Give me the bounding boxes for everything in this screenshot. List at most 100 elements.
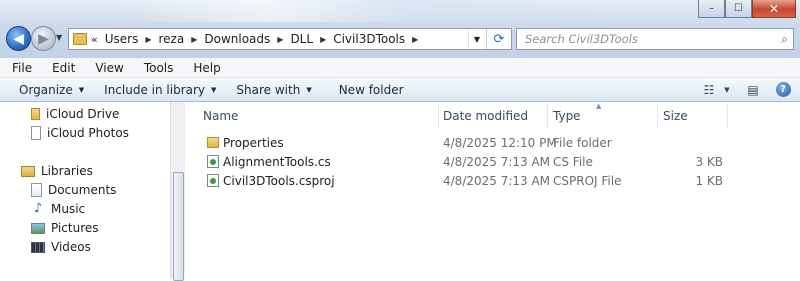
column-header-label: Size xyxy=(663,109,688,123)
close-button[interactable]: ✕ xyxy=(752,0,796,18)
help-button[interactable]: ? xyxy=(772,81,794,99)
chevron-down-icon: ▼ xyxy=(724,85,730,94)
menu-edit[interactable]: Edit xyxy=(40,61,83,75)
chevron-right-icon[interactable]: ▶ xyxy=(277,35,283,44)
csproj-file-icon xyxy=(207,174,219,187)
new-folder-button[interactable]: New folder xyxy=(321,83,413,97)
refresh-button[interactable]: ⟳ xyxy=(486,29,511,49)
preview-pane-button[interactable]: ▤ xyxy=(742,81,764,99)
menu-help[interactable]: Help xyxy=(181,61,228,75)
forward-button[interactable]: ▶ xyxy=(31,26,56,51)
breadcrumb-dll[interactable]: DLL xyxy=(290,32,313,46)
search-input[interactable]: Search Civil3DTools ⌕ xyxy=(516,28,794,50)
chevron-right-icon[interactable]: ▶ xyxy=(320,35,326,44)
column-divider[interactable] xyxy=(438,104,439,128)
organize-label: Organize xyxy=(19,82,73,97)
file-type: CS File xyxy=(553,154,593,169)
libraries-icon xyxy=(21,165,35,177)
pictures-icon xyxy=(31,222,45,234)
folder-icon xyxy=(207,137,219,148)
sidebar-item-documents[interactable]: Documents xyxy=(31,183,116,197)
menu-tools[interactable]: Tools xyxy=(132,61,182,75)
music-icon: ♪ xyxy=(33,201,43,216)
file-size: 1 KB xyxy=(695,173,723,188)
include-in-library-button[interactable]: Include in library ▼ xyxy=(93,83,225,97)
column-divider[interactable] xyxy=(657,104,658,128)
scrollbar-thumb[interactable] xyxy=(173,172,184,281)
sidebar-item-label: Libraries xyxy=(41,164,93,178)
file-size: 3 KB xyxy=(695,154,723,169)
navigation-scrollbar[interactable] xyxy=(170,102,185,281)
table-row[interactable]: Properties 4/8/2025 12:10 PM File folder xyxy=(199,133,789,152)
view-tools: ☷ ▼ ▤ ? xyxy=(698,79,794,100)
column-divider[interactable] xyxy=(547,104,548,128)
menu-bar: File Edit View Tools Help xyxy=(0,58,800,78)
breadcrumb: « Users ▶ reza ▶ Downloads ▶ DLL ▶ Civil3DTo… xyxy=(91,32,425,46)
breadcrumb-reza[interactable]: reza xyxy=(159,32,185,46)
breadcrumb-users[interactable]: Users xyxy=(105,32,139,46)
sidebar-item-icloud-drive[interactable]: iCloud Drive xyxy=(31,107,119,121)
new-folder-label: New folder xyxy=(338,82,404,97)
minimize-button[interactable]: – xyxy=(698,0,725,18)
forward-arrow-icon: ▶ xyxy=(38,30,49,47)
file-date: 4/8/2025 12:10 PM xyxy=(443,135,557,150)
documents-icon xyxy=(31,183,42,197)
search-icon[interactable]: ⌕ xyxy=(781,32,788,47)
table-row[interactable]: Civil3DTools.csproj 4/8/2025 7:13 AM CSP… xyxy=(199,171,789,190)
column-header-date[interactable]: Date modified xyxy=(443,104,547,128)
column-header-label: Name xyxy=(203,109,239,123)
refresh-icon: ⟳ xyxy=(493,31,505,47)
column-header-name[interactable]: Name xyxy=(203,104,439,128)
column-header-label: Type xyxy=(553,109,581,123)
sidebar-item-label: Documents xyxy=(48,183,117,197)
column-header-type[interactable]: Type xyxy=(553,104,657,128)
command-bar: Organize ▼ Include in library ▼ Share with… xyxy=(0,78,800,102)
sidebar-item-videos[interactable]: Videos xyxy=(31,240,91,254)
sidebar-item-libraries[interactable]: Libraries xyxy=(21,164,93,178)
file-name: AlignmentTools.cs xyxy=(223,154,331,169)
sidebar-item-music[interactable]: ♪ Music xyxy=(31,201,86,217)
videos-icon xyxy=(31,241,45,253)
chevron-right-icon[interactable]: ▶ xyxy=(191,35,197,44)
maximize-button[interactable]: ☐ xyxy=(725,0,752,18)
sidebar-item-label: Pictures xyxy=(51,221,99,235)
sidebar-item-pictures[interactable]: Pictures xyxy=(31,221,99,235)
chevron-down-icon: ▼ xyxy=(306,85,312,94)
chevron-down-icon: ▼ xyxy=(211,85,217,94)
share-with-button[interactable]: Share with ▼ xyxy=(225,83,320,97)
view-options-dropdown[interactable]: ▼ xyxy=(720,81,734,99)
recent-pages-dropdown[interactable]: ▼ xyxy=(56,33,62,42)
breadcrumb-overflow[interactable]: « xyxy=(91,33,98,46)
change-view-button[interactable]: ☷ xyxy=(698,81,720,99)
file-type: File folder xyxy=(553,135,612,150)
chevron-right-icon[interactable]: ▶ xyxy=(145,35,151,44)
navigation-pane: iCloud Drive iCloud Photos Libraries Doc… xyxy=(0,102,170,279)
folder-icon xyxy=(73,33,87,45)
address-dropdown[interactable]: ▼ xyxy=(468,29,485,49)
file-list: ▲ Name Date modified Type Size Propertie… xyxy=(185,102,800,279)
chevron-right-icon[interactable]: ▶ xyxy=(412,35,418,44)
sidebar-item-icloud-photos[interactable]: iCloud Photos xyxy=(31,126,129,140)
cs-file-icon xyxy=(207,155,219,168)
window-controls: – ☐ ✕ xyxy=(698,0,796,18)
column-header-size[interactable]: Size xyxy=(663,104,723,128)
menu-view[interactable]: View xyxy=(83,61,131,75)
file-name: Civil3DTools.csproj xyxy=(223,173,335,188)
breadcrumb-downloads[interactable]: Downloads xyxy=(204,32,270,46)
sidebar-item-label: Videos xyxy=(51,240,91,254)
back-arrow-icon: ◀ xyxy=(13,30,24,47)
sidebar-item-label: Music xyxy=(51,202,86,216)
file-date: 4/8/2025 7:13 AM xyxy=(443,173,551,188)
chevron-down-icon: ▼ xyxy=(78,85,85,94)
file-date: 4/8/2025 7:13 AM xyxy=(443,154,551,169)
share-with-label: Share with xyxy=(236,82,301,97)
breadcrumb-civil3dtools[interactable]: Civil3DTools xyxy=(333,32,405,46)
menu-file[interactable]: File xyxy=(0,61,40,75)
address-bar[interactable]: « Users ▶ reza ▶ Downloads ▶ DLL ▶ Civil3DTo… xyxy=(68,28,512,50)
table-row[interactable]: AlignmentTools.cs 4/8/2025 7:13 AM CS Fi… xyxy=(199,152,789,171)
column-divider[interactable] xyxy=(727,104,728,128)
organize-button[interactable]: Organize ▼ xyxy=(0,83,93,97)
search-placeholder: Search Civil3DTools xyxy=(525,32,638,46)
back-button[interactable]: ◀ xyxy=(6,26,31,51)
sidebar-item-label: iCloud Photos xyxy=(47,126,129,140)
